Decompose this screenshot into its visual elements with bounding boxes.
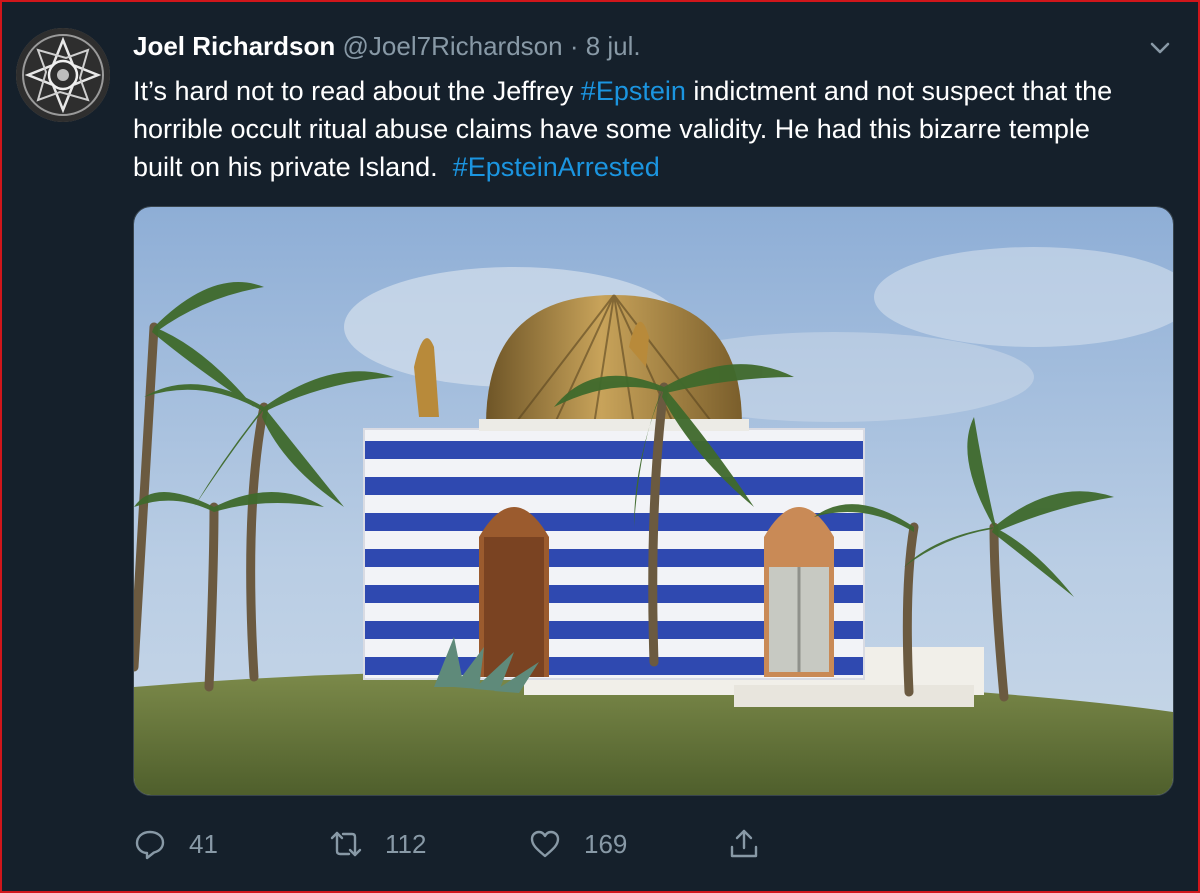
like-button[interactable]: 169	[528, 822, 627, 866]
temple-photo	[134, 207, 1173, 795]
reply-icon	[135, 830, 165, 860]
tweet-text: It’s hard not to read about the Jeffrey …	[133, 72, 1143, 186]
avatar-emblem-icon	[16, 28, 110, 122]
chevron-down-icon	[1150, 42, 1170, 54]
share-icon	[730, 829, 758, 858]
reply-button[interactable]: 41	[133, 822, 218, 866]
share-button[interactable]	[727, 822, 761, 866]
author-handle[interactable]: @Joel7Richardson	[343, 31, 563, 61]
reply-count: 41	[189, 828, 218, 859]
tweet-media-photo[interactable]	[133, 206, 1174, 796]
like-count: 169	[584, 828, 628, 859]
hashtag-epstein[interactable]: #Epstein	[581, 76, 686, 106]
heart-icon	[530, 830, 560, 858]
tweet-date[interactable]: 8 jul.	[586, 31, 641, 61]
retweet-count: 112	[385, 828, 427, 859]
tweet-menu-button[interactable]	[1146, 34, 1174, 62]
tweet-header: Joel Richardson @Joel7Richardson · 8 jul…	[133, 30, 1120, 62]
tweet-text-part1: It’s hard not to read about the Jeffrey	[133, 76, 581, 106]
header-separator: ·	[569, 31, 579, 61]
avatar[interactable]	[16, 28, 110, 122]
retweet-icon	[330, 831, 362, 857]
hashtag-epstein-arrested[interactable]: #EpsteinArrested	[453, 152, 660, 182]
author-name[interactable]: Joel Richardson	[133, 31, 335, 61]
retweet-button[interactable]: 112	[329, 822, 426, 866]
